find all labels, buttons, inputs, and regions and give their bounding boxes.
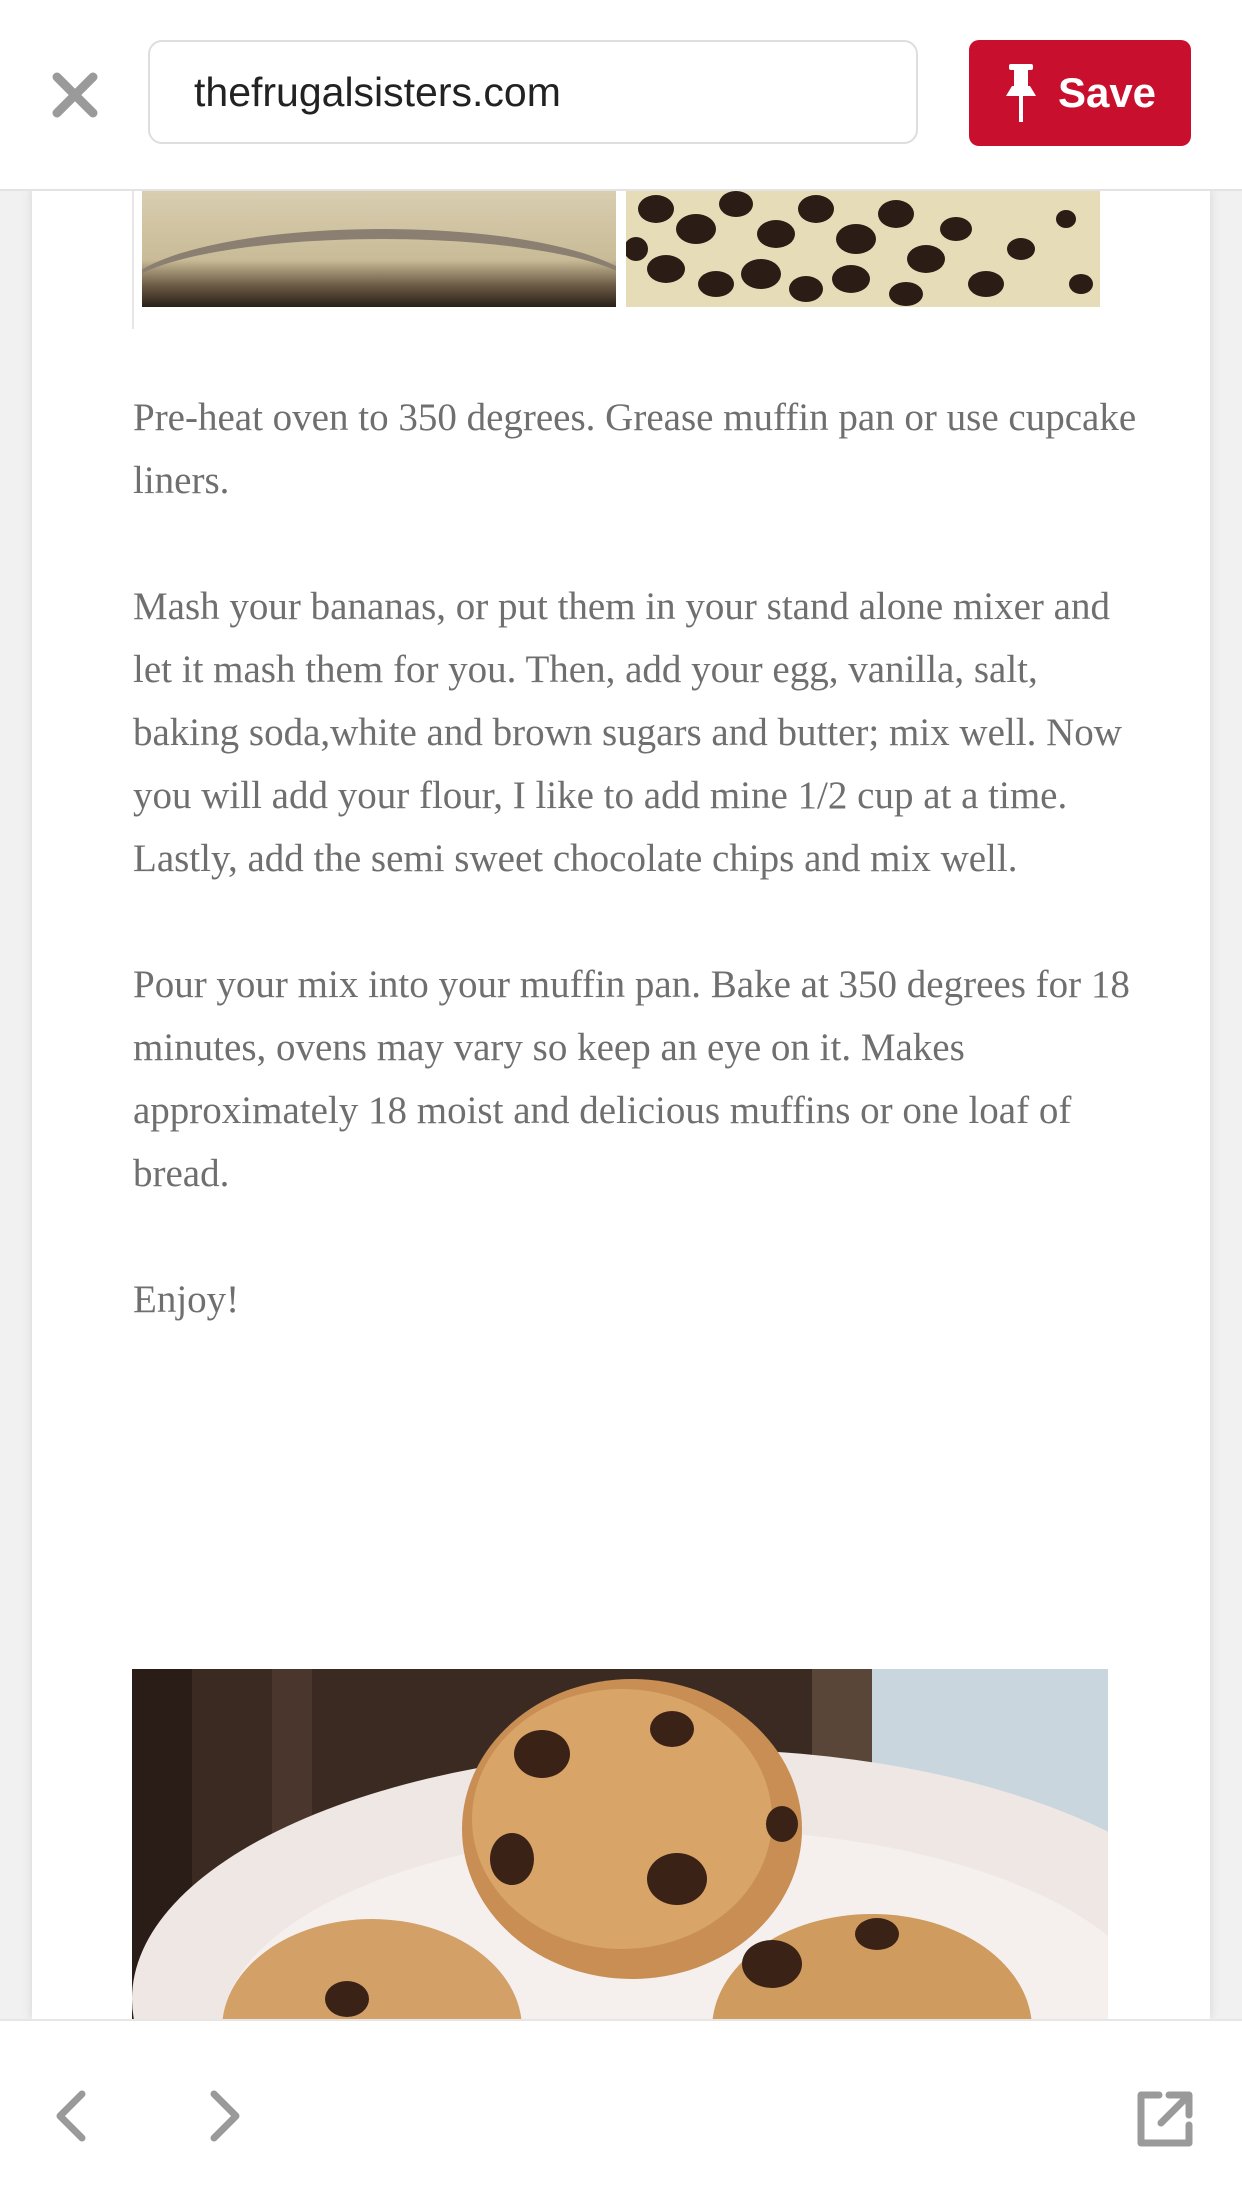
bottom-bar	[0, 2019, 1242, 2210]
mixing-bowl-photo	[142, 189, 616, 307]
top-bar: thefrugalsisters.com Save	[0, 0, 1242, 191]
paragraph-mix: Mash your bananas, or put them in your s…	[133, 585, 1122, 880]
pushpin-icon	[1005, 64, 1036, 122]
open-external-icon	[1137, 2091, 1193, 2147]
photo-frame-line	[132, 189, 134, 329]
chocolate-chips-graphic	[626, 191, 1093, 306]
close-button[interactable]	[40, 60, 110, 130]
step-photos	[132, 189, 1132, 329]
forward-button[interactable]	[196, 2086, 256, 2146]
back-button[interactable]	[40, 2086, 100, 2146]
open-in-browser-button[interactable]	[1132, 2086, 1198, 2152]
save-button[interactable]: Save	[969, 40, 1191, 146]
recipe-instructions: Pre-heat oven to 350 degrees. Grease muf…	[133, 386, 1143, 1394]
muffins-photo	[132, 1669, 1108, 2019]
save-label: Save	[1057, 69, 1157, 116]
chocolate-chips-photo	[626, 189, 1100, 307]
muffins-graphic	[132, 1669, 1108, 2019]
paragraph-preheat: Pre-heat oven to 350 degrees. Grease muf…	[133, 396, 1137, 502]
bowl-rim	[142, 229, 616, 307]
chevron-left-icon	[56, 2090, 86, 2142]
paragraph-bake: Pour your mix into your muffin pan. Bake…	[133, 963, 1130, 1195]
close-icon	[52, 72, 98, 118]
chevron-right-icon	[210, 2090, 240, 2142]
web-page[interactable]: Pre-heat oven to 350 degrees. Grease muf…	[32, 189, 1210, 2019]
url-text: thefrugalsisters.com	[194, 68, 561, 115]
paragraph-enjoy: Enjoy!	[133, 1278, 240, 1321]
url-field[interactable]: thefrugalsisters.com	[148, 40, 918, 144]
